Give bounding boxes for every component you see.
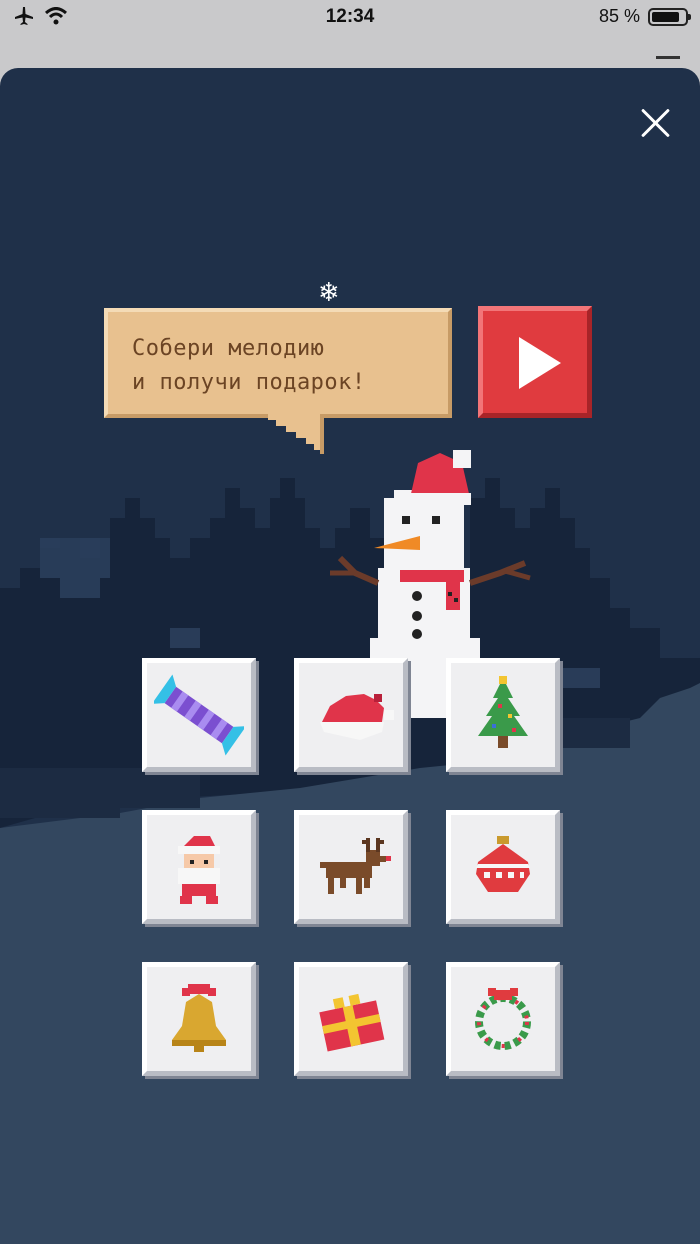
play-button[interactable] — [478, 306, 592, 418]
tile-bell[interactable] — [142, 962, 256, 1076]
tile-reindeer[interactable] — [294, 810, 408, 924]
gift-icon — [319, 993, 385, 1052]
santa-hat-icon — [320, 694, 394, 740]
tile-santa-hat[interactable] — [294, 658, 408, 772]
play-icon — [519, 337, 561, 389]
bell-icon — [172, 984, 226, 1052]
snowflake-icon: ❄ — [318, 278, 340, 308]
christmas-tree-icon — [478, 676, 528, 748]
speech-bubble-tail — [268, 414, 324, 454]
battery-percent: 85 % — [598, 6, 640, 26]
wreath-icon — [475, 988, 531, 1050]
bubble-text: Собери мелодию и получи подарок! — [132, 332, 366, 400]
santa-icon — [178, 836, 220, 904]
tile-wreath[interactable] — [446, 962, 560, 1076]
bubble-line-1: Собери мелодию — [132, 336, 325, 361]
close-button[interactable] — [638, 106, 672, 140]
candy-icon — [154, 674, 244, 756]
battery-icon — [648, 7, 691, 26]
speech-bubble: Собери мелодию и получи подарок! — [104, 308, 452, 418]
game-modal: ❄ Собери мелодию и получи подарок! — [0, 68, 700, 1244]
status-time: 12:34 — [325, 6, 375, 27]
bubble-line-2: и получи подарок! — [132, 370, 366, 395]
status-bar: 12:34 85 % — [0, 0, 700, 36]
tile-ornament[interactable] — [446, 810, 560, 924]
reindeer-icon — [320, 838, 391, 894]
tile-christmas-tree[interactable] — [446, 658, 560, 772]
tile-candy[interactable] — [142, 658, 256, 772]
tile-gift[interactable] — [294, 962, 408, 1076]
tile-santa[interactable] — [142, 810, 256, 924]
ornament-icon — [476, 836, 530, 892]
